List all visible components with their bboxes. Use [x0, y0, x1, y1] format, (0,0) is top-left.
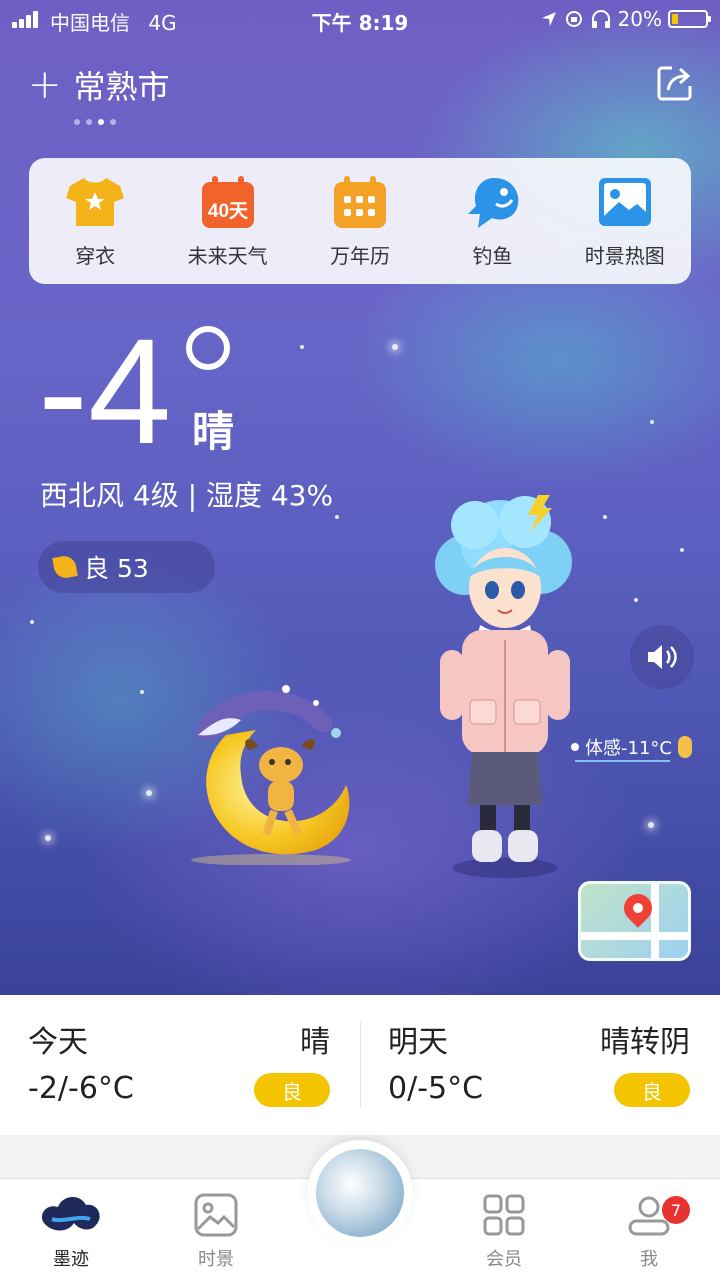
star: [335, 515, 339, 519]
shortcut-forecast-40[interactable]: 40天 未来天气: [168, 174, 288, 269]
shortcut-label: 钓鱼: [472, 243, 513, 268]
calendar-grid-icon: [331, 174, 389, 230]
moji-cloud-icon: [41, 1196, 100, 1231]
degree-symbol: [186, 326, 230, 370]
tab-label: 我: [640, 1249, 658, 1270]
star: [30, 620, 34, 624]
picture-icon: [194, 1193, 238, 1237]
aqi-pill[interactable]: 良 53: [38, 541, 215, 593]
shortcut-clothing[interactable]: 穿衣: [35, 174, 155, 269]
forecast-range: -2/-6°C: [28, 1071, 134, 1106]
tab-me[interactable]: 我: [589, 1193, 709, 1271]
tab-scene[interactable]: 时景: [156, 1193, 276, 1271]
notification-badge: 7: [662, 1196, 690, 1224]
forecast-tomorrow[interactable]: 明天 晴转阴 0/-5°C 良: [360, 995, 720, 1135]
city-name: 常熟市: [73, 68, 170, 106]
star: [300, 345, 304, 349]
feels-like-label: 体感-11°C: [585, 738, 672, 759]
battery-fill: [672, 14, 679, 24]
wind-humidity: 西北风 4级 | 湿度 43%: [40, 479, 334, 512]
status-right: 20%: [540, 7, 711, 31]
map-button[interactable]: [578, 881, 691, 961]
tab-label: 墨迹: [53, 1249, 89, 1270]
forecast-day: 今天: [28, 1025, 88, 1060]
status-bar: 中国电信 4G 下午 8:19 20%: [0, 0, 720, 38]
moon-mascot-illustration: [191, 685, 351, 865]
map-road: [651, 884, 659, 958]
shirt-icon: [66, 174, 125, 230]
plus-icon[interactable]: +: [28, 65, 62, 105]
tab-member[interactable]: 会员: [444, 1193, 564, 1271]
current-temperature: -4: [38, 307, 172, 475]
calendar-40-icon: 40天: [199, 174, 257, 230]
shortcut-label: 时景热图: [584, 243, 665, 268]
picture-icon: [596, 174, 654, 230]
shortcut-label: 未来天气: [187, 243, 268, 268]
fish-icon: [463, 174, 521, 230]
page-dot: [86, 119, 92, 125]
thermometer-icon: [677, 736, 692, 758]
star: [634, 598, 638, 602]
shortcut-bar: 穿衣 40天 未来天气 万年历 钓鱼 时景热图: [29, 158, 691, 284]
city-selector[interactable]: + 常熟市: [28, 62, 170, 108]
star: [392, 344, 398, 350]
calendar-40-text: 40天: [208, 201, 249, 222]
star: [146, 790, 152, 796]
battery-icon: [668, 10, 711, 28]
headphones-icon: [591, 10, 610, 28]
forecast-condition: 晴转阴: [600, 1025, 690, 1060]
page-dot: [74, 119, 80, 125]
voice-broadcast-button[interactable]: [630, 625, 694, 689]
shortcut-fishing[interactable]: 钓鱼: [432, 174, 552, 269]
speaker-icon: [648, 645, 677, 669]
shortcut-scene-heatmap[interactable]: 时景热图: [565, 174, 685, 269]
feels-like[interactable]: 体感-11°C: [571, 734, 692, 760]
page-dot: [110, 119, 116, 125]
battery-percent: 20%: [617, 7, 662, 31]
rotation-lock-icon: [565, 11, 582, 27]
star: [650, 420, 654, 424]
page-dot-active: [98, 119, 104, 125]
star: [45, 835, 51, 841]
sky-thumbnail: [316, 1149, 404, 1237]
aqi-badge: 良: [254, 1073, 330, 1107]
dressed-character-illustration: [435, 495, 572, 878]
forecast-range: 0/-5°C: [388, 1071, 484, 1106]
share-icon[interactable]: [656, 64, 694, 102]
star: [140, 690, 144, 694]
aqi-badge: 良: [614, 1073, 690, 1107]
current-condition: 晴: [192, 407, 235, 456]
leaf-icon: [52, 554, 78, 580]
tab-label: 时景: [198, 1249, 234, 1270]
forecast-divider: [360, 1022, 361, 1108]
sky-center-button[interactable]: [307, 1140, 413, 1246]
location-arrow-icon: [541, 12, 556, 26]
star: [648, 822, 654, 828]
page-indicator: [74, 119, 116, 125]
feels-like-line: [575, 760, 670, 764]
shortcut-label: 穿衣: [75, 243, 116, 268]
shortcut-label: 万年历: [329, 243, 390, 268]
tab-label: 会员: [486, 1249, 522, 1270]
map-road: [581, 932, 688, 940]
forecast-day: 明天: [388, 1025, 448, 1060]
shortcut-almanac[interactable]: 万年历: [300, 174, 420, 269]
forecast-condition: 晴: [300, 1025, 330, 1060]
grid-icon: [483, 1194, 525, 1236]
star: [680, 548, 684, 552]
star: [603, 515, 607, 519]
tab-moji[interactable]: 墨迹: [11, 1193, 131, 1271]
forecast-today[interactable]: 今天 晴 -2/-6°C 良: [0, 995, 360, 1135]
aqi-label: 良 53: [84, 554, 149, 583]
